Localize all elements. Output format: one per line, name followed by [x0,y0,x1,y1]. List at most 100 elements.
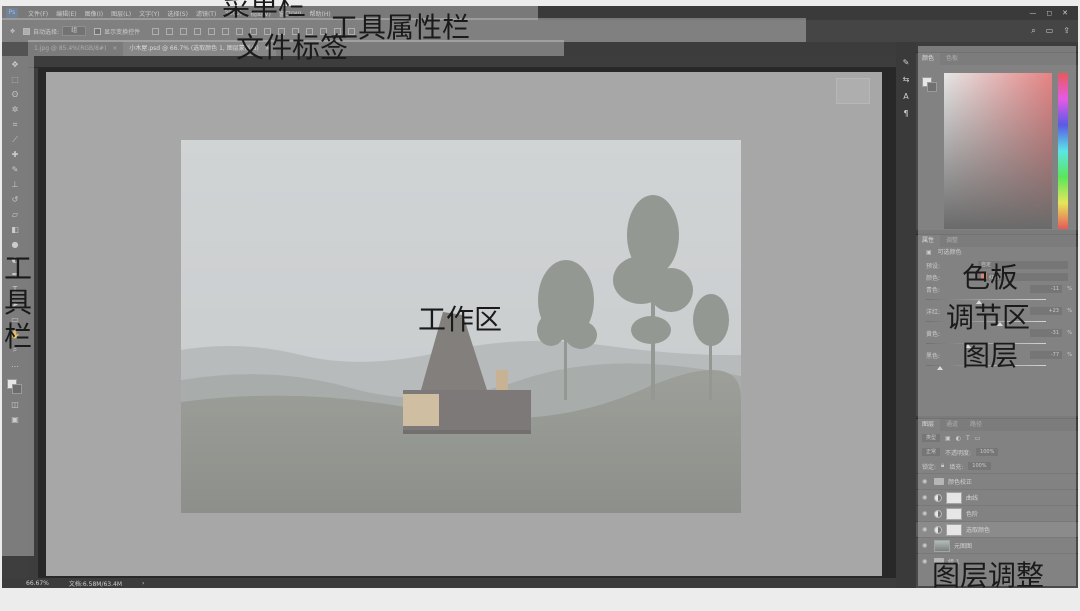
stamp-tool-icon[interactable]: ⊥ [9,180,21,190]
layer-mask-thumbnail[interactable] [946,523,962,536]
menu-bar: Ps 文件(F) 编辑(E) 图像(I) 图层(L) 文字(Y) 选择(S) 滤… [2,6,1078,20]
maximize-icon[interactable]: ◻ [1046,9,1052,17]
filter-type-icon[interactable]: T [966,435,970,442]
horizontal-ruler[interactable] [28,56,896,68]
filter-pixel-icon[interactable]: ▣ [945,435,951,442]
opacity-field[interactable]: 100% [976,448,999,456]
magenta-unit: % [1067,308,1072,314]
layer-kind-dropdown[interactable]: 类型 [922,434,941,442]
tab-paths[interactable]: 路径 [964,419,988,431]
annotation-palette: 色板 [962,261,1019,294]
layer-name: 颜色校正 [948,479,973,486]
crop-tool-icon[interactable]: ⌗ [9,120,21,130]
black-slider-thumb[interactable] [937,366,944,370]
tab-adjustments[interactable]: 调整 [940,235,964,247]
paragraph-icon[interactable]: ¶ [903,109,908,118]
color-picker-field[interactable] [944,73,1052,229]
status-arrow-icon[interactable]: › [142,580,144,587]
fill-field[interactable]: 100% [968,462,991,470]
doc-tab-1[interactable]: 1.jpg @ 85.4%(RGB/8#) × [28,42,123,56]
panel-background-swatch[interactable] [927,82,937,92]
healing-tool-icon[interactable]: ✚ [9,150,21,160]
doc-tab-close-icon[interactable]: × [112,42,117,56]
marquee-tool-icon[interactable]: ⬚ [9,75,21,85]
visibility-eye-icon[interactable]: ◉ [922,478,930,485]
layer-row[interactable]: ◉ 颜色校正 [916,473,1078,489]
auto-select-dropdown[interactable]: 组 [62,26,87,36]
layer-row[interactable]: ◉ 元图图 [916,537,1078,553]
move-tool-icon[interactable]: ✥ [9,60,21,70]
gradient-tool-icon[interactable]: ◧ [9,225,21,235]
zoom-level[interactable]: 66.67% [26,580,49,587]
clone-source-icon[interactable]: ⇆ [903,75,910,84]
magic-wand-tool-icon[interactable]: ✲ [9,105,21,115]
close-icon[interactable]: ✕ [1062,9,1068,17]
auto-select-checkbox[interactable] [23,27,31,35]
minimize-icon[interactable]: — [1029,9,1036,17]
transform-controls-label: 显示变换控件 [104,28,141,36]
workspace-icon[interactable]: ▭ [1046,26,1054,36]
menu-file[interactable]: 文件(F) [24,9,52,18]
blend-mode-dropdown[interactable]: 正常 [922,448,941,456]
filter-shape-icon[interactable]: ▭ [975,435,981,442]
black-value[interactable]: -77 [1030,351,1062,359]
share-icon[interactable]: ⇪ [1063,26,1070,36]
history-brush-icon[interactable]: ↺ [9,195,21,205]
layer-row[interactable]: ◉ 曲线 [916,489,1078,505]
hue-slider[interactable] [1058,73,1068,229]
eyedropper-tool-icon[interactable]: ⟋ [9,135,21,145]
visibility-eye-icon[interactable]: ◉ [922,526,930,533]
menu-edit[interactable]: 编辑(E) [52,9,80,18]
visibility-eye-icon[interactable]: ◉ [922,510,930,517]
navigator-badge[interactable] [836,78,870,104]
layer-row[interactable]: ◉ 色阶 [916,505,1078,521]
visibility-eye-icon[interactable]: ◉ [922,494,930,501]
menu-filter[interactable]: 滤镜(T) [192,9,220,18]
search-icon[interactable]: ⌕ [1031,26,1035,36]
annotation-toolbar-char: 栏 [3,320,32,353]
transform-controls-option[interactable]: 显示变换控件 [94,27,140,36]
tab-swatches[interactable]: 色板 [940,53,964,65]
character-icon[interactable]: A [903,92,908,101]
menu-type[interactable]: 文字(Y) [135,9,163,18]
brush-tool-icon[interactable]: ✎ [9,165,21,175]
more-tools-icon[interactable]: … [9,360,21,370]
layer-mask-thumbnail[interactable] [946,491,962,504]
tab-color[interactable]: 颜色 [916,53,941,65]
lasso-tool-icon[interactable]: ʘ [9,90,21,100]
menu-layer[interactable]: 图层(L) [107,9,135,18]
screen-mode-icon[interactable]: ▣ [9,415,21,425]
align-left-icon[interactable] [194,27,202,35]
align-middle-icon[interactable] [166,27,174,35]
align-center-icon[interactable] [208,27,216,35]
colors-label: 颜色: [926,274,941,282]
align-bottom-icon[interactable] [180,27,188,35]
lock-icon[interactable]: 🔒︎ [941,462,944,470]
move-tool-icon[interactable]: ✥ [10,28,15,35]
brush-settings-icon[interactable]: ✎ [903,58,910,67]
background-color-swatch[interactable] [12,384,22,394]
visibility-eye-icon[interactable]: ◉ [922,542,930,549]
filter-adjust-icon[interactable]: ◐ [956,435,961,442]
menu-image[interactable]: 图像(I) [81,9,107,18]
tab-channels[interactable]: 通道 [940,419,964,431]
align-top-icon[interactable] [152,27,160,35]
quick-mask-icon[interactable]: ◫ [9,400,21,410]
menu-select[interactable]: 选择(S) [163,9,192,18]
magenta-value[interactable]: +23 [1030,307,1062,315]
yellow-value[interactable]: -31 [1030,329,1062,337]
visibility-eye-icon[interactable]: ◉ [922,558,930,565]
tab-layers[interactable]: 图层 [916,419,941,431]
options-bar: ✥ 自动选择: 组 显示变换控件 ⌕ ▭ ⇪ [2,20,1078,42]
auto-select-option[interactable]: 自动选择: 组 [23,26,87,36]
cyan-value[interactable]: -11 [1030,285,1062,293]
align-right-icon[interactable] [222,27,230,35]
annotation-toolbar-char: 具 [3,286,32,319]
tab-properties[interactable]: 属性 [916,235,941,247]
eraser-tool-icon[interactable]: ▱ [9,210,21,220]
layer-row-selected[interactable]: ◉ 选取颜色 [916,521,1078,537]
layer-mask-thumbnail[interactable] [946,507,962,520]
blur-tool-icon[interactable]: ● [9,240,21,250]
color-chips[interactable] [7,379,23,395]
transform-controls-checkbox[interactable] [94,27,102,35]
